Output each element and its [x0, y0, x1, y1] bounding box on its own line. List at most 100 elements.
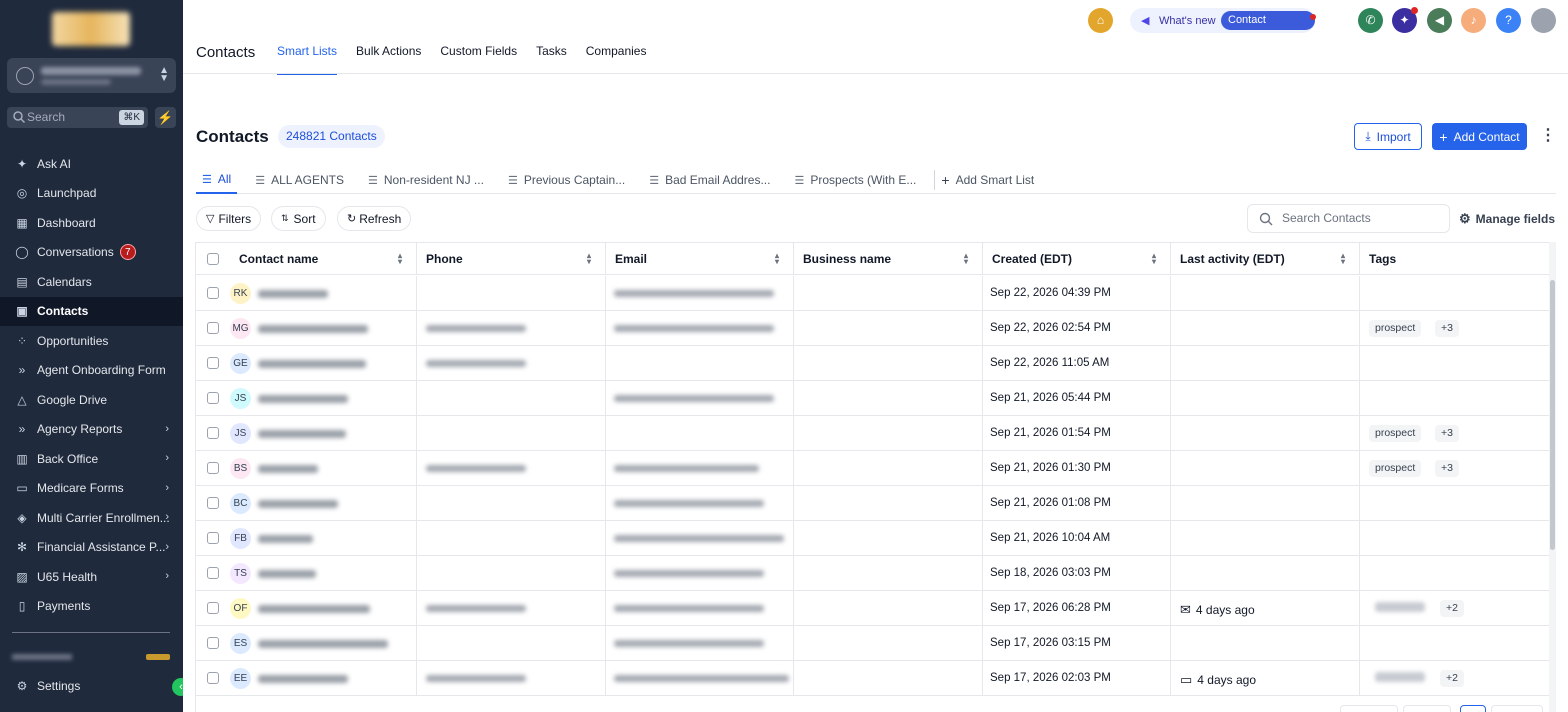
sort-arrows-icon[interactable]: ▴ ▾	[587, 252, 591, 266]
table-scrollbar-thumb[interactable]	[1550, 280, 1555, 550]
sidebar-item-launchpad[interactable]: ◎ Launchpad	[0, 179, 183, 209]
sidebar-item-agency-reports[interactable]: » Agency Reports ›	[0, 415, 183, 445]
sidebar-search[interactable]: Search ⌘K	[7, 107, 148, 128]
tag-chip[interactable]: +3	[1435, 320, 1459, 337]
pagination-control[interactable]	[1340, 705, 1398, 712]
pagination-page[interactable]	[1460, 705, 1486, 712]
column-header-contact-name[interactable]: Contact name ▴ ▾	[230, 243, 417, 275]
contact-updates-pill[interactable]: Contact updates	[1221, 11, 1315, 45]
smart-list-tab-all-agents[interactable]: ☰ ALL AGENTS	[249, 166, 350, 194]
sidebar-item-ask-ai[interactable]: ✦ Ask AI	[0, 149, 183, 179]
table-row[interactable]: ES Sep 17, 2026 03:15 PM	[196, 626, 1549, 661]
table-row[interactable]: BC Sep 21, 2026 01:08 PM	[196, 486, 1549, 521]
table-row[interactable]: BS Sep 21, 2026 01:30 PM prospect +3	[196, 451, 1549, 486]
row-checkbox[interactable]	[207, 322, 219, 334]
tab-bulk-actions[interactable]: Bulk Actions	[356, 44, 421, 76]
column-header-tags[interactable]: Tags	[1360, 243, 1549, 275]
column-header-created-edt[interactable]: Created (EDT) ▴ ▾	[983, 243, 1171, 275]
table-row[interactable]: EE Sep 17, 2026 02:03 PM ▭ 4 days ago +2	[196, 661, 1549, 696]
sort-arrows-icon[interactable]: ▴ ▾	[398, 252, 402, 266]
contact-name-redacted[interactable]	[258, 675, 348, 683]
smart-list-tab-prospects-with-e[interactable]: ☰ Prospects (With E...	[788, 166, 922, 194]
column-header-last-activity-edt[interactable]: Last activity (EDT) ▴ ▾	[1171, 243, 1360, 275]
tag-chip[interactable]: +3	[1435, 460, 1459, 477]
tab-custom-fields[interactable]: Custom Fields	[440, 44, 517, 76]
tab-companies[interactable]: Companies	[586, 44, 647, 76]
search-contacts-box[interactable]	[1247, 204, 1450, 233]
row-checkbox[interactable]	[207, 392, 219, 404]
contact-name-redacted[interactable]	[258, 325, 368, 333]
sidebar-item-multi-carrier-enrollmen[interactable]: ◈ Multi Carrier Enrollmen... ›	[0, 503, 183, 533]
table-row[interactable]: MG Sep 22, 2026 02:54 PM prospect +3	[196, 311, 1549, 346]
contact-name-redacted[interactable]	[258, 500, 338, 508]
sidebar-item-u65-health[interactable]: ▨ U65 Health ›	[0, 562, 183, 592]
sidebar-item-conversations[interactable]: ◯ Conversations 7	[0, 238, 183, 268]
select-all-checkbox[interactable]	[207, 253, 219, 265]
refresh-button[interactable]: ↻ Refresh	[337, 206, 412, 231]
contact-name-redacted[interactable]	[258, 535, 313, 543]
manage-fields-button[interactable]: ⚙ Manage fields	[1459, 211, 1555, 227]
sort-arrows-icon[interactable]: ▴ ▾	[775, 252, 779, 266]
contact-name-redacted[interactable]	[258, 395, 348, 403]
row-checkbox[interactable]	[207, 637, 219, 649]
smart-list-tab-previous-captain[interactable]: ☰ Previous Captain...	[502, 166, 631, 194]
table-row[interactable]: JS Sep 21, 2026 05:44 PM	[196, 381, 1549, 416]
contact-name-redacted[interactable]	[258, 465, 318, 473]
column-header-phone[interactable]: Phone ▴ ▾	[417, 243, 606, 275]
row-checkbox[interactable]	[207, 357, 219, 369]
row-checkbox[interactable]	[207, 427, 219, 439]
sidebar-item-back-office[interactable]: ▥ Back Office ›	[0, 444, 183, 474]
sidebar-item-medicare-forms[interactable]: ▭ Medicare Forms ›	[0, 474, 183, 504]
sidebar-item-google-drive[interactable]: △ Google Drive	[0, 385, 183, 415]
contact-name-redacted[interactable]	[258, 360, 366, 368]
sort-arrows-icon[interactable]: ▴ ▾	[1152, 252, 1156, 266]
contact-name-redacted[interactable]	[258, 430, 346, 438]
smart-list-tab-non-resident-nj[interactable]: ☰ Non-resident NJ ...	[362, 166, 490, 194]
row-checkbox[interactable]	[207, 532, 219, 544]
sidebar-item-settings[interactable]: ⚙ Settings	[14, 678, 81, 694]
sidebar-item-agent-onboarding-form[interactable]: » Agent Onboarding Form	[0, 356, 183, 386]
row-checkbox[interactable]	[207, 497, 219, 509]
more-options-icon[interactable]: ⋮	[1540, 125, 1556, 145]
row-checkbox[interactable]	[207, 567, 219, 579]
contact-name-redacted[interactable]	[258, 570, 316, 578]
sort-button[interactable]: ⇅ Sort	[271, 206, 326, 231]
add-smart-list-button[interactable]: + Add Smart List	[935, 166, 1040, 194]
contact-name-redacted[interactable]	[258, 290, 328, 298]
avatar[interactable]	[1531, 8, 1556, 33]
row-checkbox[interactable]	[207, 287, 219, 299]
search-contacts-input[interactable]	[1282, 211, 1442, 225]
home-icon[interactable]: ⌂	[1088, 8, 1113, 33]
add-contact-button[interactable]: + Add Contact	[1432, 123, 1527, 150]
pagination-prev[interactable]	[1403, 705, 1451, 712]
smart-list-tab-bad-email-addres[interactable]: ☰ Bad Email Addres...	[643, 166, 776, 194]
table-row[interactable]: GE Sep 22, 2026 11:05 AM	[196, 346, 1549, 381]
phone-icon[interactable]: ✆	[1358, 8, 1383, 33]
sidebar-item-financial-assistance-p[interactable]: ✻ Financial Assistance P... ›	[0, 533, 183, 563]
row-checkbox[interactable]	[207, 602, 219, 614]
contact-name-redacted[interactable]	[258, 605, 370, 613]
table-row[interactable]: RK Sep 22, 2026 04:39 PM	[196, 276, 1549, 311]
column-header-email[interactable]: Email ▴ ▾	[606, 243, 794, 275]
tag-chip[interactable]: +3	[1435, 425, 1459, 442]
tab-smart-lists[interactable]: Smart Lists	[277, 44, 338, 76]
tag-chip[interactable]: prospect	[1369, 460, 1422, 477]
help-icon[interactable]: ?	[1496, 8, 1521, 33]
column-header-business-name[interactable]: Business name ▴ ▾	[794, 243, 983, 275]
table-row[interactable]: FB Sep 21, 2026 10:04 AM	[196, 521, 1549, 556]
sidebar-item-dashboard[interactable]: ▦ Dashboard	[0, 208, 183, 238]
sidebar-item-opportunities[interactable]: ⁘ Opportunities	[0, 326, 183, 356]
sidebar-item-partial[interactable]	[12, 654, 72, 660]
sidebar-item-contacts[interactable]: ▣ Contacts	[0, 296, 183, 326]
tag-chip[interactable]: prospect	[1369, 425, 1422, 442]
contact-name-redacted[interactable]	[258, 640, 388, 648]
pagination-next[interactable]	[1491, 705, 1543, 712]
row-checkbox[interactable]	[207, 672, 219, 684]
sort-arrows-icon[interactable]: ▴ ▾	[964, 252, 968, 266]
company-logo[interactable]	[52, 12, 130, 46]
ai-sparkle-icon[interactable]: ✦	[1392, 7, 1418, 33]
table-row[interactable]: OF Sep 17, 2026 06:28 PM ✉ 4 days ago +2	[196, 591, 1549, 626]
table-row[interactable]: TS Sep 18, 2026 03:03 PM	[196, 556, 1549, 591]
row-checkbox[interactable]	[207, 462, 219, 474]
whats-new-banner[interactable]: ◀ What's new Contact updates	[1130, 8, 1316, 45]
